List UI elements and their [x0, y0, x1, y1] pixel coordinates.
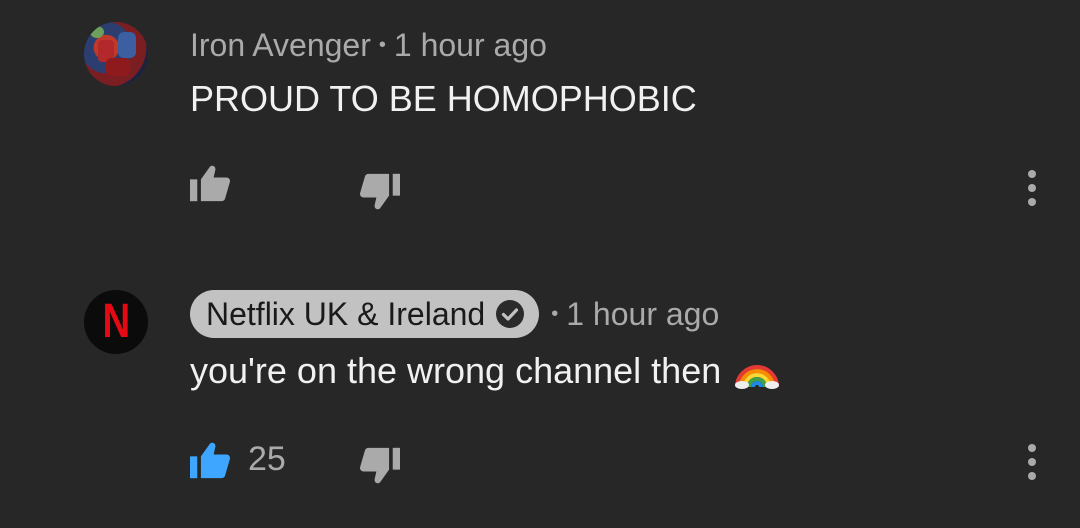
- comment-text: you're on the wrong channel then: [190, 350, 780, 392]
- thumbs-down-icon: [359, 447, 400, 484]
- thumbs-up-icon: [190, 442, 231, 479]
- comment-time[interactable]: 1 hour ago: [394, 27, 547, 64]
- header-separator: •: [378, 33, 386, 56]
- comment-time[interactable]: 1 hour ago: [566, 296, 719, 333]
- more-vert-icon: [1028, 170, 1036, 206]
- dislike-button[interactable]: [356, 172, 404, 212]
- avatar-art: [90, 26, 104, 38]
- netflix-logo: N: [102, 295, 130, 348]
- more-vert-icon: [1028, 444, 1036, 480]
- like-count: 25: [248, 440, 286, 478]
- verified-check-icon: [495, 299, 525, 329]
- commenter-avatar[interactable]: [84, 22, 148, 86]
- avatar-art: [106, 58, 130, 76]
- comment-author: Netflix UK & Ireland: [206, 295, 486, 332]
- dislike-button[interactable]: [356, 446, 404, 486]
- thumbs-up-icon: [190, 165, 231, 202]
- rainbow-icon: [735, 353, 780, 389]
- more-options-button[interactable]: [1012, 440, 1052, 484]
- avatar-art: [118, 32, 136, 58]
- like-button[interactable]: [186, 163, 234, 203]
- more-options-button[interactable]: [1012, 166, 1052, 210]
- channel-avatar[interactable]: N: [84, 290, 148, 354]
- comment-header: Netflix UK & Ireland • 1 hour ago: [190, 290, 719, 338]
- header-separator: •: [551, 302, 559, 325]
- comment-text: PROUD TO BE HOMOPHOBIC: [190, 78, 697, 119]
- comment-header: Iron Avenger • 1 hour ago: [190, 24, 547, 66]
- channel-owner-chip[interactable]: Netflix UK & Ireland: [190, 290, 540, 338]
- comment-body: you're on the wrong channel then: [190, 350, 722, 391]
- thumbs-down-icon: [359, 173, 400, 210]
- comment-author[interactable]: Iron Avenger: [190, 27, 371, 64]
- like-button[interactable]: [186, 440, 234, 480]
